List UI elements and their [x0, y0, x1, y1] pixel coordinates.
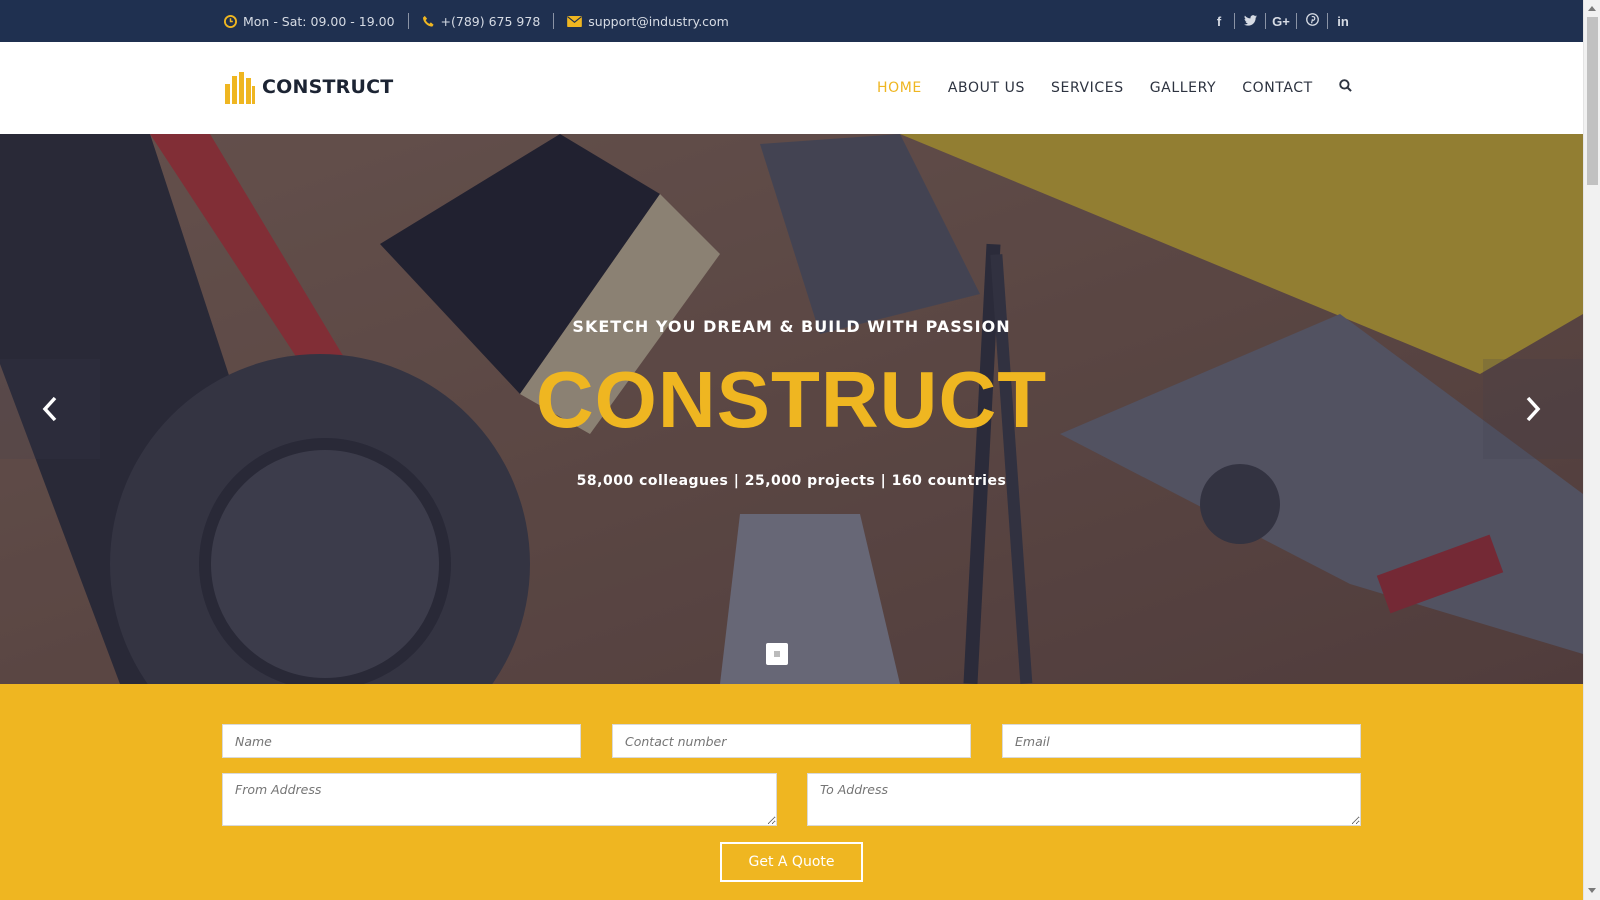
envelope-icon	[567, 15, 583, 27]
scrollbar-thumb[interactable]	[1587, 17, 1598, 185]
get-quote-button[interactable]: Get A Quote	[720, 842, 863, 882]
search-icon[interactable]	[1339, 79, 1352, 97]
hero-tagline: SKETCH YOU DREAM & BUILD WITH PASSION	[572, 317, 1011, 336]
contact-number-input[interactable]	[612, 724, 971, 758]
email-input[interactable]	[1002, 724, 1361, 758]
slider-prev-button[interactable]	[0, 359, 100, 459]
nav-services[interactable]: SERVICES	[1051, 80, 1124, 96]
clock-icon	[224, 14, 237, 28]
hero-stats: 58,000 colleagues | 25,000 projects | 16…	[576, 473, 1007, 489]
pinterest-icon[interactable]	[1297, 13, 1327, 29]
page-scrollbar[interactable]	[1583, 0, 1600, 900]
logo[interactable]: CONSTRUCT	[224, 70, 393, 104]
main-nav: HOME ABOUT US SERVICES GALLERY CONTACT	[877, 42, 1352, 134]
phone-icon	[422, 15, 434, 27]
chevron-left-icon	[42, 396, 57, 422]
hero-title: CONSTRUCT	[535, 355, 1048, 444]
slider-pagination-dot[interactable]	[766, 643, 788, 665]
brand-name: CONSTRUCT	[262, 76, 394, 98]
social-links: f G+ in	[1204, 0, 1358, 42]
scroll-down-arrow[interactable]	[1588, 888, 1596, 893]
business-hours: Mon - Sat: 09.00 - 19.00	[224, 14, 395, 29]
nav-contact[interactable]: CONTACT	[1242, 80, 1313, 96]
scroll-up-arrow[interactable]	[1588, 6, 1596, 11]
google-plus-icon[interactable]: G+	[1266, 14, 1296, 29]
name-input[interactable]	[222, 724, 581, 758]
slider-next-button[interactable]	[1483, 359, 1583, 459]
quote-form: Get A Quote	[0, 684, 1583, 900]
divider	[553, 13, 555, 29]
contact-info: Mon - Sat: 09.00 - 19.00 +(789) 675 978 …	[224, 0, 729, 42]
chevron-right-icon	[1526, 396, 1541, 422]
twitter-icon[interactable]	[1235, 14, 1265, 29]
phone-text: +(789) 675 978	[440, 13, 541, 29]
nav-about-us[interactable]: ABOUT US	[948, 80, 1025, 96]
top-bar: Mon - Sat: 09.00 - 19.00 +(789) 675 978 …	[0, 0, 1583, 42]
from-address-input[interactable]	[222, 773, 777, 826]
nav-gallery[interactable]: GALLERY	[1150, 80, 1216, 96]
divider	[407, 13, 409, 29]
to-address-input[interactable]	[807, 773, 1361, 826]
linkedin-icon[interactable]: in	[1328, 14, 1358, 29]
facebook-icon[interactable]: f	[1204, 14, 1234, 29]
hero-slider: SKETCH YOU DREAM & BUILD WITH PASSION CO…	[0, 134, 1583, 684]
phone-number[interactable]: +(789) 675 978	[422, 13, 541, 29]
nav-home[interactable]: HOME	[877, 80, 922, 96]
email-text: support@industry.com	[588, 13, 729, 29]
main-header: CONSTRUCT HOME ABOUT US SERVICES GALLERY…	[0, 42, 1583, 134]
hours-text: Mon - Sat: 09.00 - 19.00	[243, 13, 395, 29]
support-email[interactable]: support@industry.com	[567, 14, 729, 29]
building-logo-icon	[225, 72, 255, 104]
dot-inner	[774, 651, 780, 657]
